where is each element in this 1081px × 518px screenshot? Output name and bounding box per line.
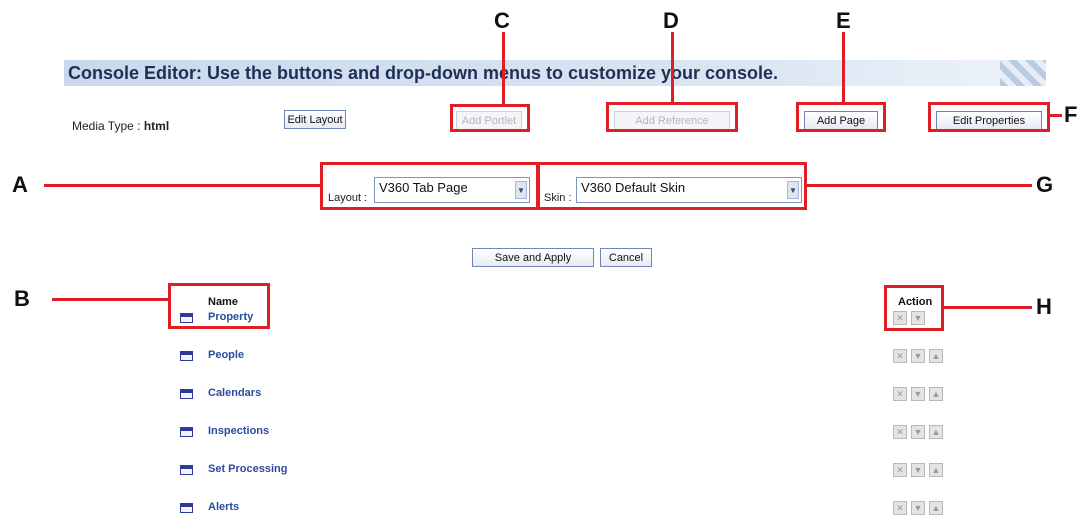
move-down-icon[interactable]: ▼ xyxy=(911,501,925,515)
media-type-value: html xyxy=(143,119,170,133)
page-icon xyxy=(180,389,193,399)
move-down-icon[interactable]: ▼ xyxy=(911,425,925,439)
delete-icon[interactable]: ✕ xyxy=(893,463,907,477)
callout-line-b xyxy=(52,298,170,301)
move-up-icon[interactable]: ▲ xyxy=(929,501,943,515)
callout-box-c xyxy=(450,104,530,132)
list-item[interactable]: Inspections xyxy=(208,425,269,437)
list-item[interactable]: Alerts xyxy=(208,501,239,513)
save-and-apply-button[interactable]: Save and Apply xyxy=(472,248,594,267)
list-item[interactable]: People xyxy=(208,349,244,361)
delete-icon[interactable]: ✕ xyxy=(893,501,907,515)
page-icon xyxy=(180,351,193,361)
delete-icon[interactable]: ✕ xyxy=(893,425,907,439)
callout-letter-e: E xyxy=(836,8,851,33)
header-stripe xyxy=(1000,60,1046,86)
cancel-button[interactable]: Cancel xyxy=(600,248,652,267)
callout-letter-d: D xyxy=(663,8,679,33)
page-icon xyxy=(180,465,193,475)
delete-icon[interactable]: ✕ xyxy=(893,349,907,363)
move-up-icon[interactable]: ▲ xyxy=(929,425,943,439)
move-up-icon[interactable]: ▲ xyxy=(929,463,943,477)
page-icon xyxy=(180,427,193,437)
callout-letter-a: A xyxy=(12,172,28,197)
callout-box-f xyxy=(928,102,1050,132)
media-type-label: Media Type : xyxy=(72,119,144,133)
callout-letter-b: B xyxy=(14,286,30,311)
callout-letter-g: G xyxy=(1036,172,1054,197)
callout-line-g xyxy=(807,184,1032,187)
delete-icon[interactable]: ✕ xyxy=(893,387,907,401)
media-type: Media Type : html xyxy=(72,119,169,133)
callout-box-h xyxy=(884,285,944,331)
callout-box-b xyxy=(168,283,270,329)
callout-line-f xyxy=(1050,114,1062,117)
callout-letter-c: C xyxy=(494,8,510,33)
edit-layout-button[interactable]: Edit Layout xyxy=(284,110,346,129)
callout-box-d xyxy=(606,102,738,132)
move-down-icon[interactable]: ▼ xyxy=(911,463,925,477)
move-up-icon[interactable]: ▲ xyxy=(929,387,943,401)
move-up-icon[interactable]: ▲ xyxy=(929,349,943,363)
callout-line-d xyxy=(671,32,674,104)
callout-letter-h: H xyxy=(1036,294,1052,319)
callout-line-e xyxy=(842,32,845,104)
callout-line-h xyxy=(944,306,1032,309)
callout-letter-f: F xyxy=(1064,102,1078,127)
callout-box-a xyxy=(320,162,539,210)
move-down-icon[interactable]: ▼ xyxy=(911,349,925,363)
list-item[interactable]: Calendars xyxy=(208,387,261,399)
page-icon xyxy=(180,503,193,513)
callout-line-a xyxy=(44,184,320,187)
callout-box-e xyxy=(796,102,886,132)
callout-line-c xyxy=(502,32,505,106)
move-down-icon[interactable]: ▼ xyxy=(911,387,925,401)
callout-box-g xyxy=(537,162,807,210)
list-item[interactable]: Set Processing xyxy=(208,463,287,475)
